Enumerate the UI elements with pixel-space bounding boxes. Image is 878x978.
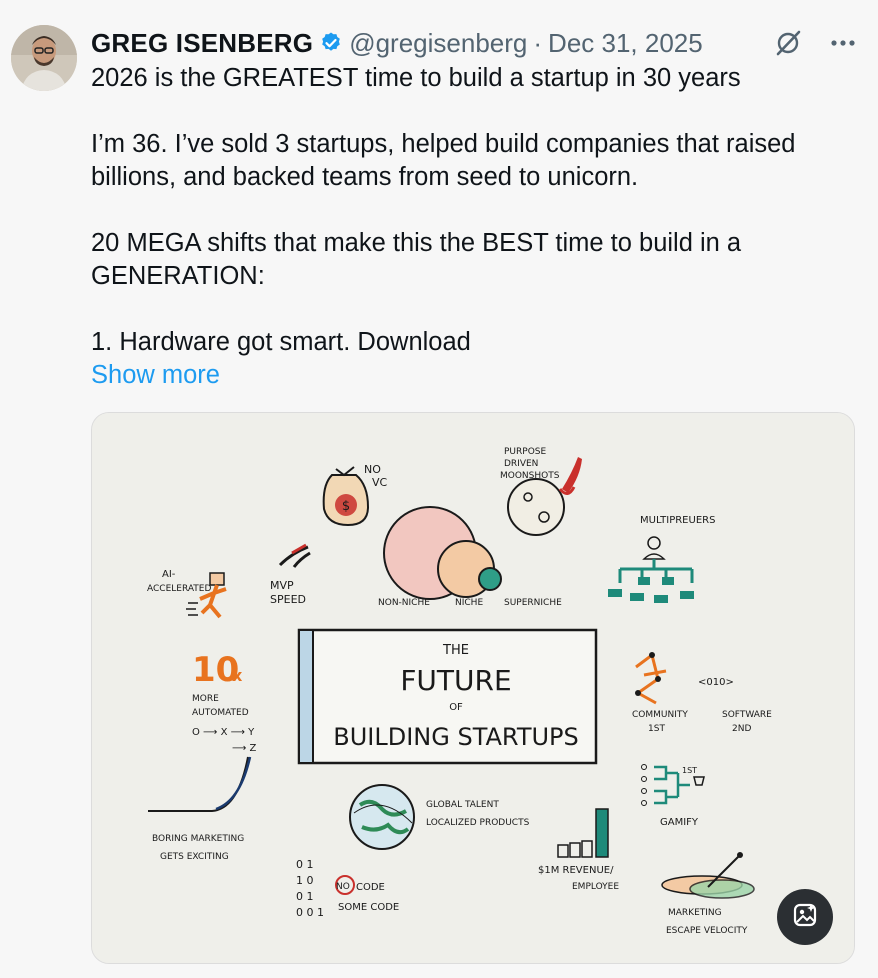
show-more-link[interactable]: Show more — [91, 359, 220, 392]
title-building-startups: BUILDING STARTUPS — [333, 723, 579, 751]
title-future: FUTURE — [400, 664, 511, 697]
tweet: GREG ISENBERG @gregisenberg · Dec 31, 20… — [0, 0, 878, 978]
software-sub-label: 2ND — [732, 724, 751, 734]
title-of: OF — [449, 702, 463, 713]
header-actions — [774, 26, 856, 60]
sketch-illustration: THE FUTURE OF BUILDING STARTUPS $ NO VC — [92, 413, 854, 963]
ai-label-1: AI- — [162, 569, 176, 580]
title-the: THE — [442, 643, 469, 658]
globe-icon — [349, 784, 415, 850]
tweet-line-1: 2026 is the GREATEST time to build a sta… — [91, 64, 741, 92]
more-automated-label-1: MORE — [192, 694, 219, 704]
verified-badge-icon — [319, 31, 343, 55]
avatar[interactable] — [11, 25, 77, 91]
niche-label: NICHE — [455, 598, 483, 608]
image-grok-button[interactable] — [777, 889, 833, 945]
boring-marketing-label: BORING MARKETING — [152, 834, 244, 844]
tweet-text: 2026 is the GREATEST time to build a sta… — [91, 62, 851, 392]
escape-velocity-label: ESCAPE VELOCITY — [666, 926, 748, 936]
first-place-label: 1ST — [682, 766, 697, 775]
author-name[interactable]: GREG ISENBERG — [91, 28, 313, 59]
purpose-label-3: MOONSHOTS — [500, 471, 560, 481]
global-talent-label: GLOBAL TALENT — [426, 800, 499, 810]
grok-image-icon — [791, 901, 819, 934]
binary-4: 0 0 1 — [296, 906, 324, 919]
flow-label-1: O ⟶ X ⟶ Y — [192, 727, 255, 738]
employee-label: EMPLOYEE — [572, 882, 619, 892]
purpose-label-1: PURPOSE — [504, 447, 546, 457]
multipreneurs-label: MULTIPREUERS — [640, 515, 715, 526]
tweet-paragraph-3: 20 MEGA shifts that make this the BEST t… — [91, 229, 742, 290]
ten-x-suffix: x — [232, 666, 243, 685]
superniche-label: SUPERNICHE — [504, 598, 562, 608]
title-card: THE FUTURE OF BUILDING STARTUPS — [297, 628, 598, 765]
no-code-no: NO — [336, 882, 350, 892]
tweet-header: GREG ISENBERG @gregisenberg · Dec 31, 20… — [91, 26, 703, 60]
author-handle[interactable]: @gregisenberg — [349, 28, 527, 59]
tweet-paragraph-2: I’m 36. I’ve sold 3 startups, helped bui… — [91, 130, 796, 191]
separator-dot: · — [533, 27, 543, 58]
avatar-photo — [11, 25, 77, 91]
more-automated-label-2: AUTOMATED — [192, 708, 249, 718]
non-niche-label: NON-NICHE — [378, 598, 430, 608]
localized-products-label: LOCALIZED PRODUCTS — [426, 818, 530, 828]
tweet-image[interactable]: THE FUTURE OF BUILDING STARTUPS $ NO VC — [91, 412, 855, 964]
svg-text:$: $ — [342, 499, 350, 514]
code-label: CODE — [356, 882, 385, 893]
gamify-label: GAMIFY — [660, 817, 699, 828]
community-sub-label: 1ST — [648, 724, 665, 734]
no-vc-label-2: VC — [372, 476, 388, 489]
mvp-label: MVP — [270, 579, 294, 592]
some-code-label: SOME CODE — [338, 902, 399, 913]
tweet-date[interactable]: Dec 31, 2025 — [548, 28, 703, 59]
grok-slash-icon[interactable] — [774, 29, 802, 57]
tweet-paragraph-4: 1. Hardware got smart. Download — [91, 328, 471, 356]
revenue-label: $1M REVENUE/ — [538, 865, 614, 876]
ai-label-2: ACCELERATED — [147, 584, 211, 594]
speed-label: SPEED — [270, 593, 306, 606]
marketing-label: MARKETING — [668, 908, 722, 918]
binary-3: 0 1 — [296, 890, 314, 903]
gets-exciting-label: GETS EXCITING — [160, 852, 229, 862]
binary-2: 1 0 — [296, 874, 314, 887]
no-vc-label-1: NO — [364, 463, 381, 476]
purpose-label-2: DRIVEN — [504, 459, 538, 469]
more-dots-icon[interactable] — [830, 39, 856, 47]
community-label: COMMUNITY — [632, 710, 688, 720]
software-label: SOFTWARE — [722, 710, 772, 720]
code-brackets-label: <010> — [698, 677, 734, 688]
binary-1: 0 1 — [296, 858, 314, 871]
flow-label-2: ⟶ Z — [232, 743, 257, 754]
